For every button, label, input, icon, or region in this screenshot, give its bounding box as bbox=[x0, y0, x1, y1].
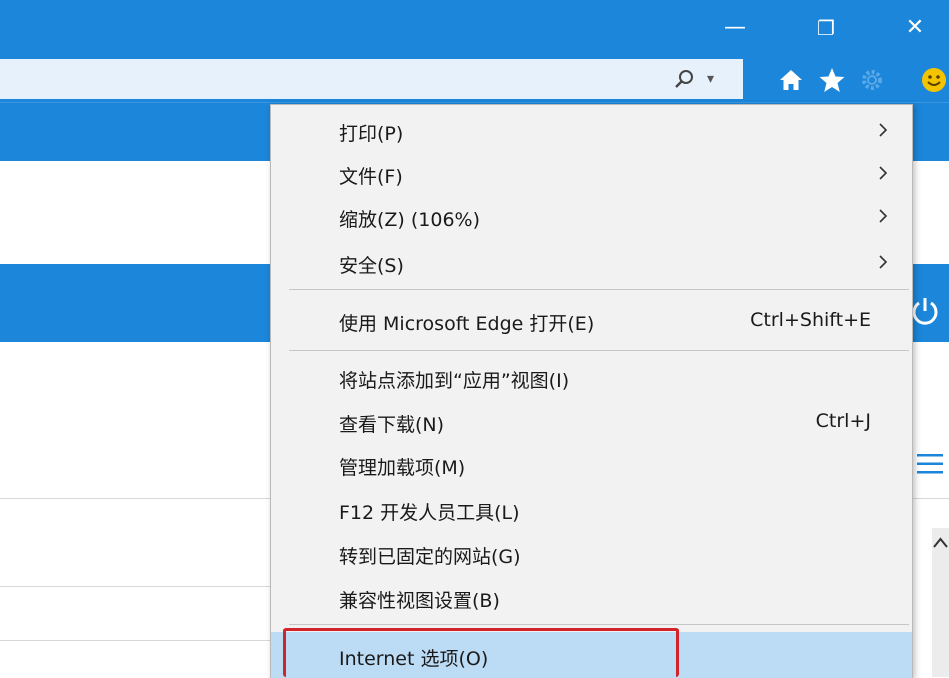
menu-separator bbox=[289, 289, 909, 290]
menu-item-label: 兼容性视图设置(B) bbox=[339, 590, 500, 612]
menu-separator bbox=[289, 350, 909, 351]
menu-item-f12-devtools[interactable]: F12 开发人员工具(L) bbox=[271, 489, 912, 531]
restore-button[interactable]: ❐ bbox=[804, 10, 848, 46]
menu-item-compat-view[interactable]: 兼容性视图设置(B) bbox=[271, 577, 912, 619]
minimize-button[interactable]: — bbox=[713, 10, 757, 46]
dropdown-arrow-icon[interactable]: ▾ bbox=[707, 67, 714, 91]
menu-item-label: 安全(S) bbox=[339, 255, 404, 277]
content-divider bbox=[911, 498, 949, 499]
menu-icon[interactable] bbox=[915, 451, 945, 477]
chevron-right-icon bbox=[879, 166, 888, 180]
menu-item-file[interactable]: 文件(F) bbox=[271, 153, 912, 195]
menu-item-zoom[interactable]: 缩放(Z) (106%) bbox=[271, 196, 912, 238]
scrollbar-track[interactable] bbox=[932, 528, 949, 677]
highlight-annotation-box bbox=[283, 628, 679, 677]
menu-item-add-to-apps[interactable]: 将站点添加到“应用”视图(I) bbox=[271, 357, 912, 399]
address-field[interactable]: ▾ bbox=[0, 59, 743, 99]
menu-item-print[interactable]: 打印(P) bbox=[271, 110, 912, 152]
content-divider bbox=[0, 498, 270, 499]
menu-item-label: F12 开发人员工具(L) bbox=[339, 502, 520, 524]
menu-item-label: 使用 Microsoft Edge 打开(E) bbox=[339, 313, 595, 335]
chevron-right-icon bbox=[879, 209, 888, 223]
menu-item-label: 打印(P) bbox=[339, 123, 404, 145]
address-bar-row: ▾ bbox=[0, 57, 949, 102]
tools-menu: 打印(P) 文件(F) 缩放(Z) (106%) 安全(S) 使用 Micros… bbox=[270, 104, 913, 678]
menu-item-open-in-edge[interactable]: 使用 Microsoft Edge 打开(E) Ctrl+Shift+E bbox=[271, 300, 912, 342]
smiley-feedback-icon[interactable] bbox=[919, 65, 949, 95]
menu-item-label: 查看下载(N) bbox=[339, 414, 445, 436]
menu-item-shortcut: Ctrl+Shift+E bbox=[750, 309, 871, 331]
search-icon[interactable] bbox=[672, 67, 696, 91]
menu-item-shortcut: Ctrl+J bbox=[815, 410, 871, 432]
title-bar: — ❐ ✕ bbox=[0, 0, 949, 57]
chevron-right-icon bbox=[879, 123, 888, 137]
menu-item-label: 文件(F) bbox=[339, 166, 403, 188]
power-icon[interactable] bbox=[909, 295, 941, 327]
menu-item-view-downloads[interactable]: 查看下载(N) Ctrl+J bbox=[271, 401, 912, 443]
menu-item-safety[interactable]: 安全(S) bbox=[271, 242, 912, 284]
content-divider bbox=[0, 640, 270, 641]
gear-icon[interactable] bbox=[857, 65, 887, 95]
favorites-star-icon[interactable] bbox=[817, 65, 847, 95]
menu-item-label: 缩放(Z) (106%) bbox=[339, 209, 481, 231]
menu-item-label: 管理加载项(M) bbox=[339, 457, 466, 479]
menu-item-label: 转到已固定的网站(G) bbox=[339, 546, 521, 568]
menu-item-label: 将站点添加到“应用”视图(I) bbox=[339, 370, 570, 392]
chevron-up-icon[interactable] bbox=[932, 536, 949, 550]
menu-separator bbox=[289, 624, 909, 625]
menu-item-manage-addons[interactable]: 管理加载项(M) bbox=[271, 444, 912, 486]
chevron-right-icon bbox=[879, 255, 888, 269]
content-divider bbox=[0, 586, 270, 587]
menu-item-pinned-sites[interactable]: 转到已固定的网站(G) bbox=[271, 533, 912, 575]
close-button[interactable]: ✕ bbox=[893, 10, 937, 46]
home-icon[interactable] bbox=[776, 65, 806, 95]
